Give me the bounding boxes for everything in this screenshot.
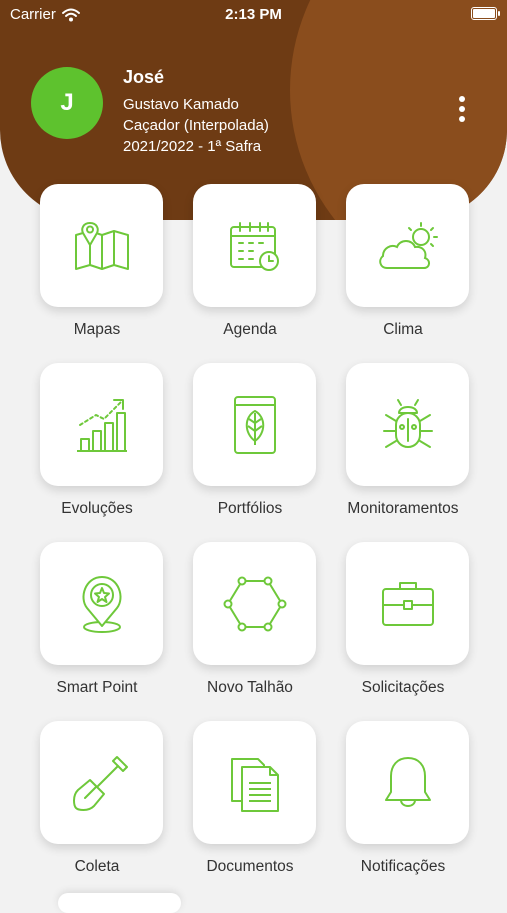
menu-item-smart-point[interactable]: Smart Point — [20, 542, 174, 718]
menu-card[interactable] — [346, 363, 469, 486]
menu-label: Clima — [383, 321, 423, 338]
menu-label: Agenda — [223, 321, 277, 338]
menu-item-mapas[interactable]: Mapas — [20, 184, 174, 360]
user-farm: Caçador (Interpolada) — [123, 117, 269, 134]
status-bar: Carrier 2:13 PM — [0, 0, 507, 30]
menu-card[interactable] — [40, 184, 163, 307]
menu-item-clima[interactable]: Clima — [326, 184, 480, 360]
star-pin-icon — [82, 575, 121, 633]
polygon-icon — [223, 576, 286, 631]
menu-item-evolucoes[interactable]: Evoluções — [20, 363, 174, 539]
menu-card[interactable] — [40, 721, 163, 844]
status-time: 2:13 PM — [225, 6, 282, 23]
growth-chart-icon — [76, 398, 127, 452]
more-options-icon[interactable] — [450, 94, 474, 124]
menu-card[interactable] — [346, 721, 469, 844]
menu-item-portfolios[interactable]: Portfólios — [173, 363, 327, 539]
menu-label: Novo Talhão — [207, 679, 293, 696]
menu-item-documentos[interactable]: Documentos — [173, 721, 327, 897]
menu-label: Solicitações — [361, 679, 445, 696]
menu-label: Documentos — [206, 858, 294, 875]
menu-card[interactable] — [346, 184, 469, 307]
menu-item-novo-talhao[interactable]: Novo Talhão — [173, 542, 327, 718]
weather-icon — [378, 221, 438, 269]
user-company: Gustavo Kamado — [123, 96, 239, 113]
calendar-icon — [229, 221, 279, 271]
menu-item-coleta[interactable]: Coleta — [20, 721, 174, 897]
avatar-initial: J — [60, 89, 74, 116]
menu-card-partial — [58, 893, 181, 913]
menu-label: Coleta — [74, 858, 120, 875]
user-season: 2021/2022 - 1ª Safra — [123, 138, 262, 155]
menu-card[interactable] — [193, 184, 316, 307]
menu-label: Mapas — [73, 321, 121, 338]
menu-label: Monitoramentos — [347, 500, 459, 517]
menu-item-monitoramentos[interactable]: Monitoramentos — [326, 363, 480, 539]
menu-card[interactable] — [346, 542, 469, 665]
briefcase-icon — [381, 581, 434, 626]
documents-icon — [230, 757, 279, 812]
avatar[interactable]: J — [31, 67, 103, 139]
shovel-icon — [72, 755, 128, 811]
menu-label: Portfólios — [217, 500, 283, 517]
leaf-book-icon — [233, 395, 276, 454]
battery-icon — [471, 7, 500, 20]
menu-card[interactable] — [40, 542, 163, 665]
bell-icon — [384, 756, 431, 807]
menu-item-notificacoes[interactable]: Notificações — [326, 721, 480, 897]
menu-card[interactable] — [193, 542, 316, 665]
menu-item-agenda[interactable]: Agenda — [173, 184, 327, 360]
map-icon — [74, 221, 129, 270]
menu-label: Smart Point — [56, 679, 138, 696]
menu-label: Notificações — [360, 858, 446, 875]
menu-label: Evoluções — [61, 500, 133, 517]
menu-card[interactable] — [193, 721, 316, 844]
menu-card[interactable] — [193, 363, 316, 486]
menu-item-solicitacoes[interactable]: Solicitações — [326, 542, 480, 718]
user-name: José — [123, 67, 165, 87]
menu-card[interactable] — [40, 363, 163, 486]
bug-icon — [382, 398, 433, 448]
